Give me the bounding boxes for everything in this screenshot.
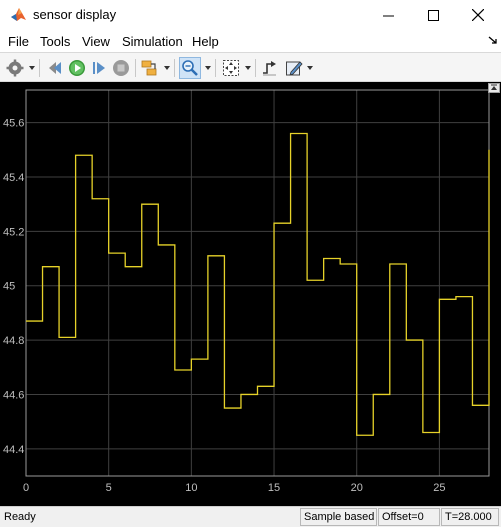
highlight-signal-icon bbox=[141, 60, 157, 76]
stop-icon bbox=[113, 60, 129, 76]
dock-arrow-icon[interactable] bbox=[488, 35, 498, 45]
menu-bar: File Tools View Simulation Help bbox=[0, 30, 501, 52]
y-tick-label: 45 bbox=[3, 281, 15, 293]
triggers-icon bbox=[263, 61, 276, 76]
fit-to-view-icon bbox=[223, 60, 239, 76]
run-icon bbox=[69, 60, 85, 76]
minimize-icon bbox=[382, 15, 394, 16]
toolbar-separator bbox=[135, 59, 136, 77]
status-bar: Ready Sample based Offset=0 T=28.000 bbox=[0, 506, 501, 527]
scope-plot-area[interactable]: 0 5 10 15 20 25 44.4 44.6 44.8 45 45.2 45.4 45.6 bbox=[0, 82, 501, 506]
y-tick-label: 44.6 bbox=[3, 389, 24, 401]
run-button[interactable] bbox=[66, 57, 88, 79]
sample-mode-indicator: Sample based bbox=[300, 508, 377, 526]
toolbar bbox=[0, 52, 501, 82]
stop-button[interactable] bbox=[110, 57, 132, 79]
status-ready: Ready bbox=[4, 511, 36, 523]
menu-simulation[interactable]: Simulation bbox=[122, 34, 183, 49]
zoom-in-button[interactable] bbox=[179, 57, 201, 79]
time-indicator: T=28.000 bbox=[441, 508, 499, 526]
menu-file[interactable]: File bbox=[8, 34, 29, 49]
y-tick-label: 44.4 bbox=[3, 444, 24, 456]
x-tick-label: 20 bbox=[351, 482, 363, 494]
x-tick-label: 10 bbox=[185, 482, 197, 494]
zoom-dropdown-icon[interactable] bbox=[205, 66, 211, 71]
step-forward-icon bbox=[93, 62, 105, 74]
settings-icon bbox=[6, 59, 24, 77]
zoom-in-icon bbox=[182, 60, 198, 76]
y-tick-label: 45.6 bbox=[3, 118, 24, 130]
close-icon bbox=[472, 9, 484, 21]
highlight-signal-button[interactable] bbox=[139, 57, 161, 79]
maximize-icon bbox=[427, 9, 439, 21]
highlight-dropdown-icon[interactable] bbox=[164, 66, 170, 71]
window-title: sensor display bbox=[33, 7, 117, 22]
maximize-button[interactable] bbox=[410, 0, 456, 30]
signal-trace bbox=[26, 132, 490, 436]
title-bar[interactable]: sensor display bbox=[0, 0, 501, 30]
toolbar-separator bbox=[174, 59, 175, 77]
step-back-button[interactable] bbox=[44, 57, 66, 79]
axes-border bbox=[25, 89, 490, 477]
fit-dropdown-icon[interactable] bbox=[245, 66, 251, 71]
step-forward-button[interactable] bbox=[88, 57, 110, 79]
style-icon bbox=[286, 61, 303, 76]
toolbar-separator bbox=[39, 59, 40, 77]
matlab-logo-icon bbox=[10, 6, 27, 23]
fit-to-view-button[interactable] bbox=[220, 57, 242, 79]
menu-tools[interactable]: Tools bbox=[40, 34, 70, 49]
y-tick-label: 45.2 bbox=[3, 226, 24, 238]
x-tick-label: 25 bbox=[433, 482, 445, 494]
menu-help[interactable]: Help bbox=[192, 34, 219, 49]
y-tick-label: 44.8 bbox=[3, 335, 24, 347]
x-tick-label: 5 bbox=[106, 482, 112, 494]
style-dropdown-icon[interactable] bbox=[307, 66, 313, 71]
x-tick-label: 0 bbox=[23, 482, 29, 494]
scope-window: sensor display File Tools View Simulatio… bbox=[0, 0, 501, 527]
settings-dropdown-icon[interactable] bbox=[29, 66, 35, 71]
y-tick-label: 45.4 bbox=[3, 172, 24, 184]
menu-view[interactable]: View bbox=[82, 34, 110, 49]
settings-button[interactable] bbox=[4, 57, 26, 79]
style-button[interactable] bbox=[283, 57, 305, 79]
minimize-button[interactable] bbox=[365, 0, 411, 30]
expand-button[interactable] bbox=[488, 83, 500, 93]
triggers-button[interactable] bbox=[259, 57, 281, 79]
toolbar-separator bbox=[215, 59, 216, 77]
offset-indicator: Offset=0 bbox=[378, 508, 440, 526]
step-back-icon bbox=[49, 62, 61, 74]
toolbar-separator bbox=[255, 59, 256, 77]
x-tick-label: 15 bbox=[268, 482, 280, 494]
arrow-up-icon bbox=[491, 84, 497, 90]
scope-axes[interactable]: 0 5 10 15 20 25 44.4 44.6 44.8 45 45.2 45.4 45.6 bbox=[0, 82, 501, 506]
close-button[interactable] bbox=[455, 0, 501, 30]
